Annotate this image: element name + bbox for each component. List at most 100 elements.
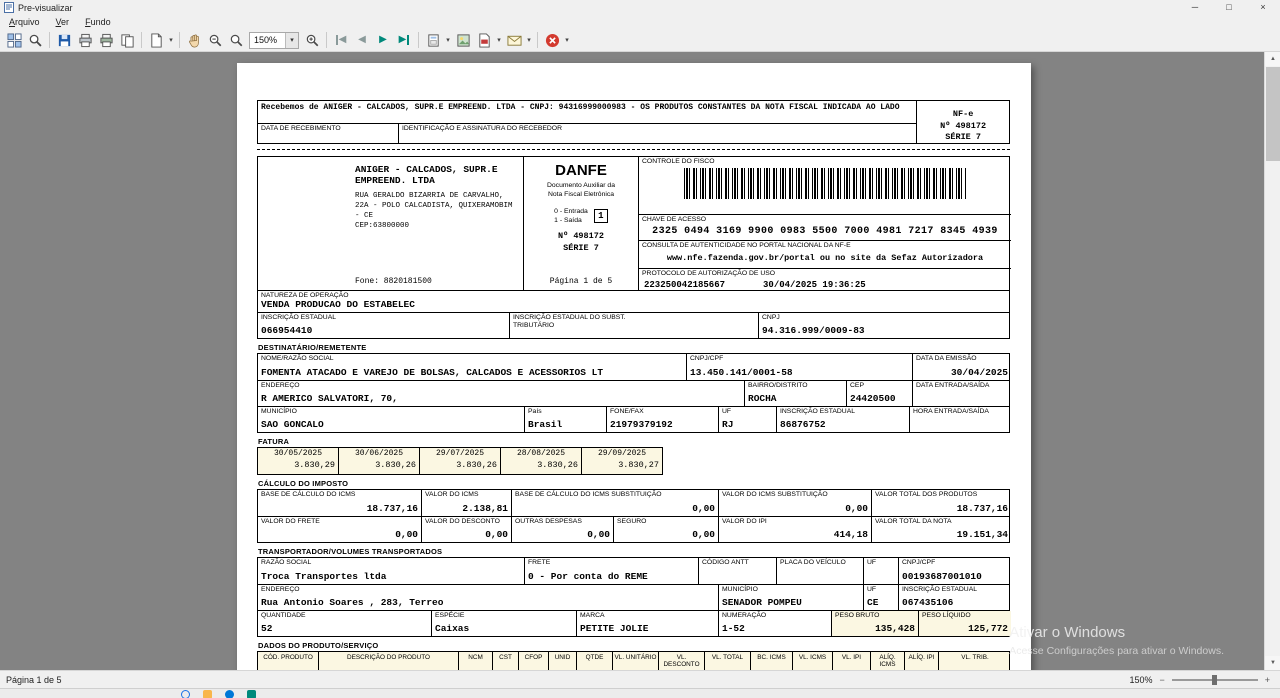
transporte-table: RAZÃO SOCIALTroca Transportes ltda FRETE… — [257, 557, 1010, 637]
parcela-data: 29/09/2025 — [585, 449, 659, 458]
zoom-combobox[interactable]: 150% ▾ — [249, 32, 299, 49]
zoom-in-icon[interactable] — [302, 31, 322, 50]
status-page-indicator: Página 1 de 5 — [6, 675, 62, 685]
scrollbar-thumb[interactable] — [1266, 67, 1280, 161]
print-icon[interactable] — [75, 31, 95, 50]
taskbar-folder-icon[interactable] — [203, 690, 212, 698]
valor-frete-cell: VALOR DO FRETE0,00 — [258, 517, 421, 542]
print-dialog-icon[interactable] — [96, 31, 116, 50]
valor-ipi-valor: 414,18 — [722, 530, 868, 541]
dest-municipio-cell: MUNICÍPIO SAO GONCALO — [258, 407, 524, 432]
valor-desconto-label: VALOR DO DESCONTO — [425, 518, 508, 526]
background-icon[interactable] — [453, 31, 473, 50]
zoom-combobox-dropdown-icon[interactable]: ▾ — [285, 33, 298, 48]
zoom-minus-icon[interactable]: − — [1159, 675, 1164, 685]
zoom-normal-icon[interactable] — [226, 31, 246, 50]
cnpj-valor: 94.316.999/0009-83 — [762, 326, 1008, 337]
menu-fundo[interactable]: Fundo — [85, 17, 111, 27]
dest-cep-valor: 24420500 — [850, 394, 909, 405]
toolbar-separator — [141, 32, 142, 48]
taskbar-browser-icon[interactable] — [225, 690, 234, 698]
dest-cep-cell: CEP 24420500 — [846, 381, 912, 406]
outras-despesas-label: OUTRAS DESPESAS — [515, 518, 610, 526]
dest-endereco-cell: ENDEREÇO R AMERICO SALVATORI, 70, — [258, 381, 744, 406]
parcela-data: 29/07/2025 — [423, 449, 497, 458]
col-descricao: DESCRIÇÃO DO PRODUTO — [318, 652, 458, 670]
protocolo-label: PROTOCOLO DE AUTORIZAÇÃO DE USO — [642, 270, 1008, 278]
transp-cnpj-cell: CNPJ/CPF00193687001010 — [898, 558, 1011, 584]
page-layout-caret-icon[interactable]: ▾ — [167, 36, 175, 44]
document-area[interactable]: Recebemos de ANIGER - CALCADOS, SUPR.E E… — [0, 52, 1280, 670]
close-button[interactable]: × — [1246, 0, 1280, 15]
total-nota-valor: 19.151,34 — [875, 530, 1008, 541]
total-nota-label: VALOR TOTAL DA NOTA — [875, 518, 1008, 526]
total-produtos-cell: VALOR TOTAL DOS PRODUTOS18.737,16 — [871, 490, 1011, 516]
nfe-titulo: NF-e — [953, 109, 973, 119]
dest-cep-label: CEP — [850, 382, 909, 390]
dest-nome-cell: NOME/RAZÃO SOCIAL FOMENTA ATACADO E VARE… — [258, 354, 686, 380]
fatura-parcela: 28/08/2025 3.830,26 — [500, 447, 582, 475]
dest-cnpj-label: CNPJ/CPF — [690, 355, 909, 363]
close-preview-caret-icon[interactable]: ▾ — [563, 36, 571, 44]
copy-page-icon[interactable] — [117, 31, 137, 50]
menu-arquivo[interactable]: Arquivo — [9, 17, 40, 27]
dest-pais-label: País — [528, 408, 603, 416]
zoom-slider-thumb[interactable] — [1212, 675, 1217, 685]
transp-placa-cell: PLACA DO VEÍCULO — [776, 558, 863, 584]
col-cod-produto: CÓD. PRODUTO — [258, 652, 318, 670]
page-layout-icon[interactable] — [146, 31, 166, 50]
canhoto-recebemos: Recebemos de ANIGER - CALCADOS, SUPR.E E… — [258, 101, 916, 123]
toolbar-separator — [326, 32, 327, 48]
scroll-down-icon[interactable]: ▼ — [1265, 656, 1280, 670]
thumbnails-icon[interactable] — [4, 31, 24, 50]
dest-hora-entrada-label: HORA ENTRADA/SAÍDA — [913, 408, 1008, 416]
vertical-scrollbar[interactable]: ▲ ▼ — [1264, 52, 1280, 670]
last-page-icon[interactable]: ▶ — [394, 31, 414, 50]
valor-icms-st-valor: 0,00 — [722, 504, 868, 515]
taskbar-search-icon[interactable] — [181, 690, 190, 698]
transp-razao-cell: RAZÃO SOCIALTroca Transportes ltda — [258, 558, 524, 584]
zoom-out-icon[interactable] — [205, 31, 225, 50]
transp-qtd-label: QUANTIDADE — [261, 612, 428, 620]
zoom-plus-icon[interactable]: + — [1265, 675, 1270, 685]
prev-page-icon[interactable]: ◀ — [352, 31, 372, 50]
emitente-nome: ANIGER - CALCADOS, SUPR.E EMPREEND. LTDA — [355, 164, 520, 187]
col-cfop: CFOP — [518, 652, 548, 670]
close-preview-icon[interactable] — [542, 31, 562, 50]
maximize-button[interactable]: □ — [1212, 0, 1246, 15]
save-icon[interactable] — [54, 31, 74, 50]
zoom-slider[interactable] — [1172, 679, 1258, 681]
transp-uf2-cell: UFCE — [863, 585, 898, 610]
parcela-data: 30/05/2025 — [261, 449, 335, 458]
nfe-serie: SÉRIE 7 — [917, 132, 1009, 143]
export-caret-icon[interactable]: ▾ — [495, 36, 503, 44]
menu-ver[interactable]: Ver — [56, 17, 70, 27]
fisco-box: CONTROLE DO FISCO CHAVE DE ACESSO 2325 0… — [638, 157, 1011, 290]
email-icon[interactable] — [504, 31, 524, 50]
app-icon — [4, 2, 14, 13]
search-icon[interactable] — [25, 31, 45, 50]
minimize-button[interactable]: ─ — [1178, 0, 1212, 15]
col-vl-icms: VL. ICMS — [792, 652, 832, 670]
outras-despesas-valor: 0,00 — [515, 530, 610, 541]
fatura-parcela: 30/05/2025 3.830,29 — [257, 447, 339, 475]
produtos-header-row: CÓD. PRODUTO DESCRIÇÃO DO PRODUTO NCM CS… — [258, 652, 1009, 670]
bc-icms-label: BASE DE CÁLCULO DO ICMS — [261, 491, 418, 499]
page-setup-caret-icon[interactable]: ▾ — [444, 36, 452, 44]
email-caret-icon[interactable]: ▾ — [525, 36, 533, 44]
page-setup-icon[interactable] — [423, 31, 443, 50]
transp-peso-liquido-valor: 125,772 — [922, 624, 1008, 635]
next-page-icon[interactable]: ▶ — [373, 31, 393, 50]
danfe-box: DANFE Documento Auxiliar da Nota Fiscal … — [523, 157, 638, 290]
hand-pan-icon[interactable] — [184, 31, 204, 50]
export-pdf-icon[interactable] — [474, 31, 494, 50]
emitente-endereco-2: 22A - POLO CALCADISTA, QUIXERAMOBIM — [355, 201, 520, 211]
taskbar-app-icon[interactable] — [247, 690, 256, 698]
dest-pais-cell: País Brasil — [524, 407, 606, 432]
fatura-titulo: FATURA — [258, 437, 1010, 446]
transp-frete-cell: FRETE0 - Por conta do REME — [524, 558, 698, 584]
zoom-combobox-value: 150% — [254, 35, 277, 45]
destinatario-titulo: DESTINATÁRIO/REMETENTE — [258, 343, 1010, 352]
scroll-up-icon[interactable]: ▲ — [1265, 52, 1280, 66]
first-page-icon[interactable]: ◀ — [331, 31, 351, 50]
